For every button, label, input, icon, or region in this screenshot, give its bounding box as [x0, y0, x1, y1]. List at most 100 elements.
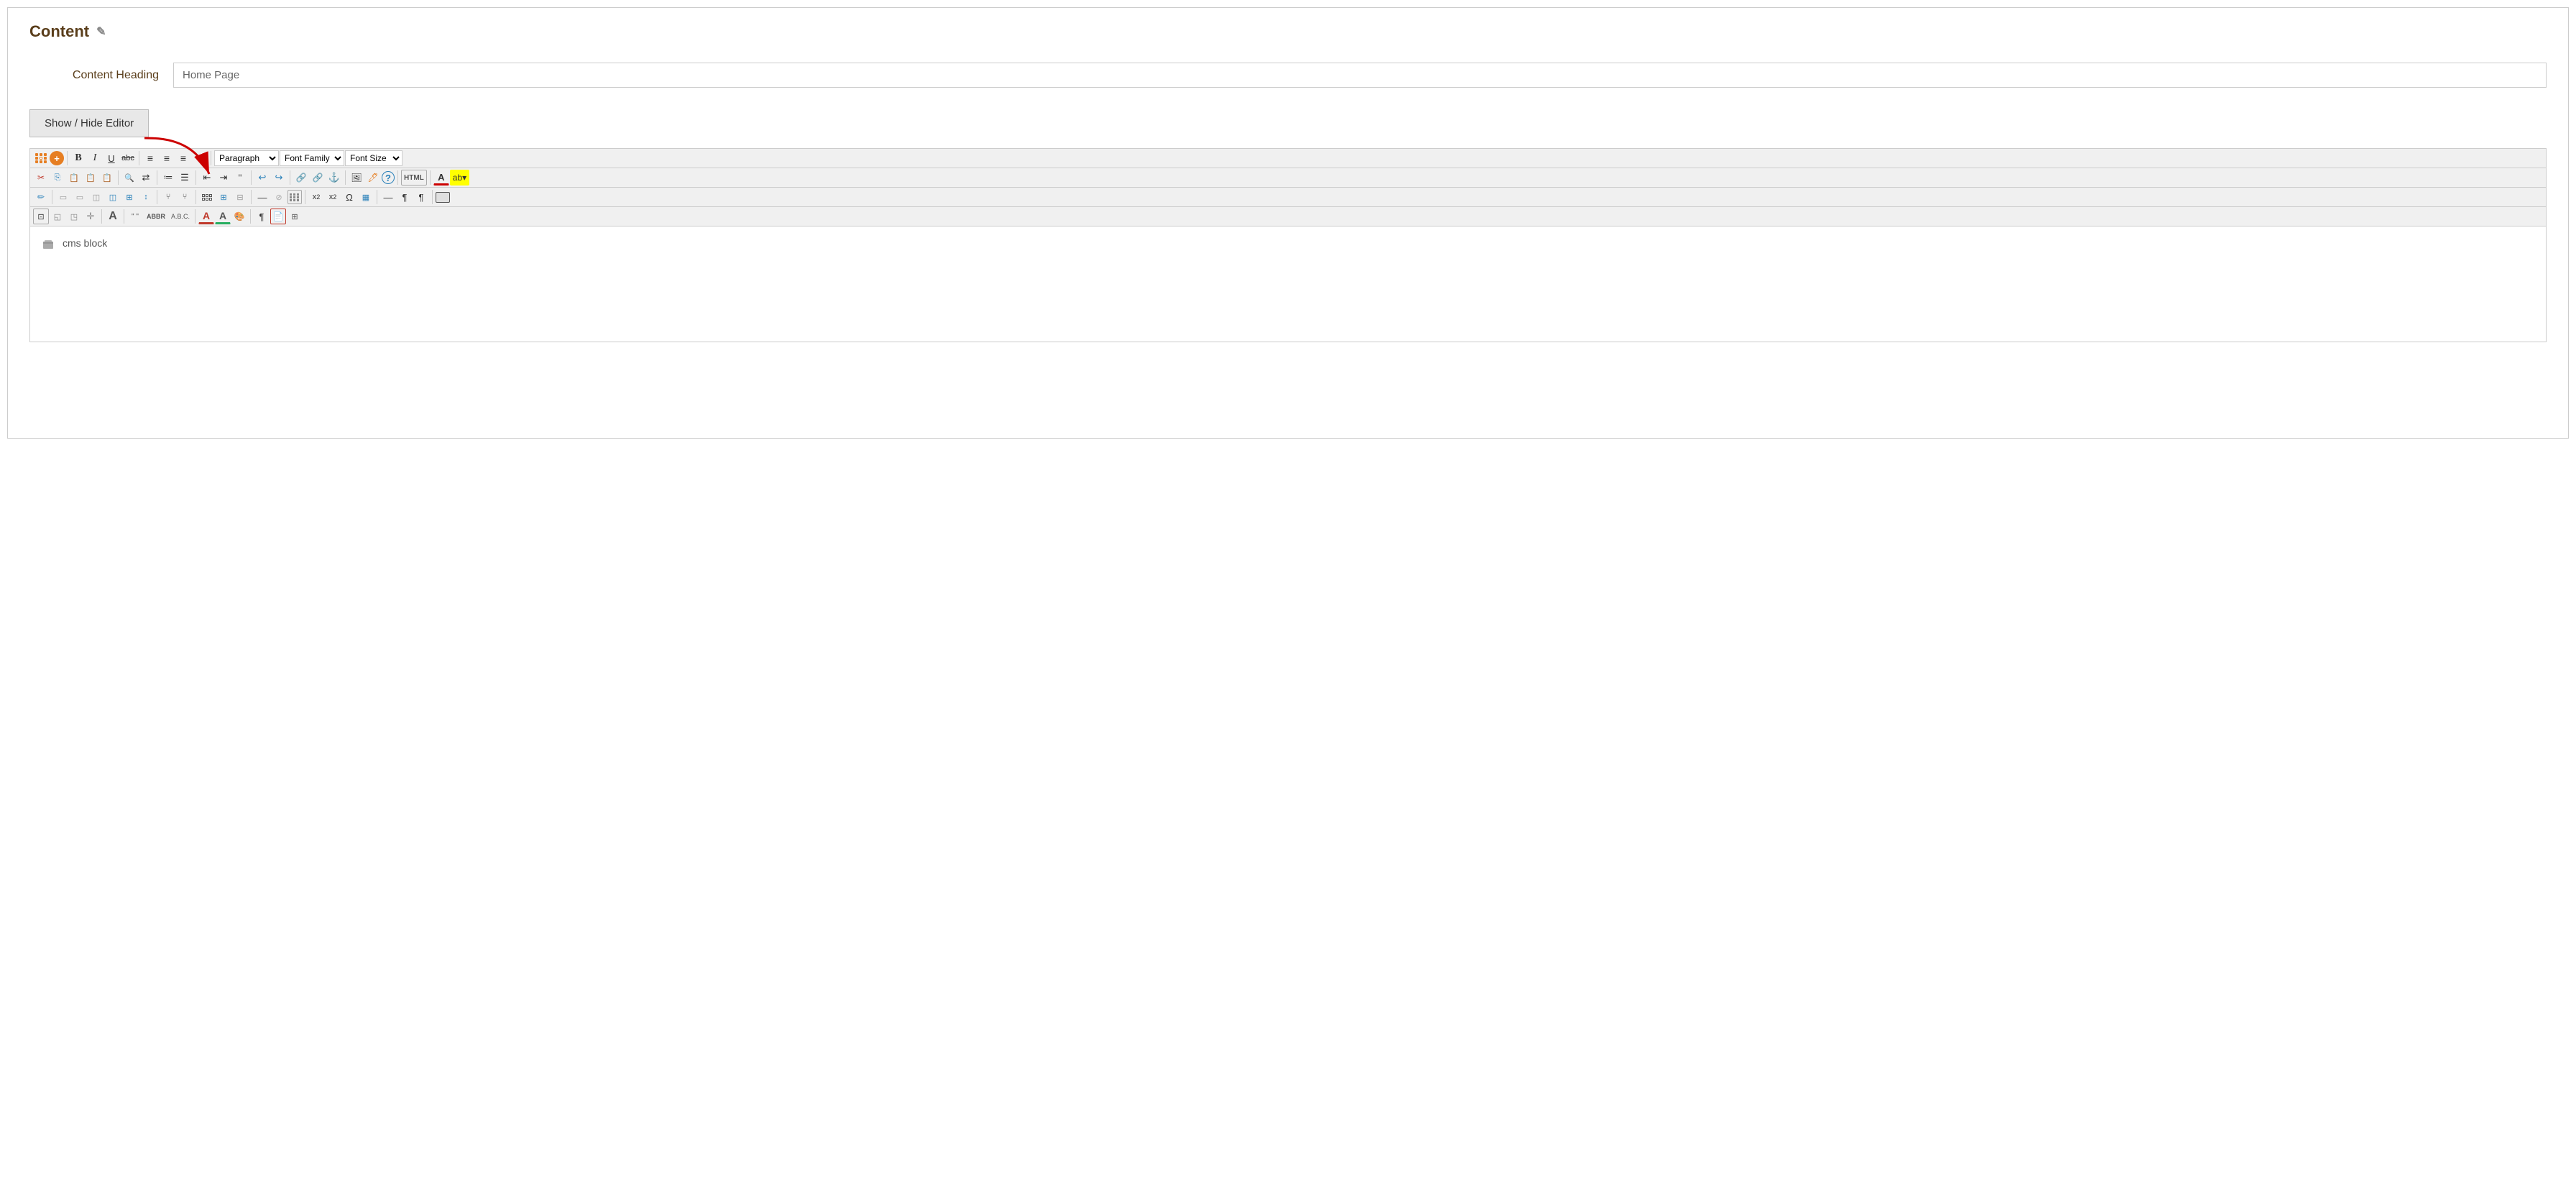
tb-media4-btn[interactable]: ◫ [105, 189, 121, 205]
toolbar-row-1: + B I U abc ≡ ≡ ≡ ≡ Paragraph Heading 1 … [30, 149, 2546, 168]
tb-unlink-btn[interactable]: 🔗 [310, 170, 326, 186]
tb-paste2-btn[interactable]: 📋 [83, 170, 98, 186]
tb-media1-btn[interactable]: ▭ [55, 189, 71, 205]
tb-line2-btn[interactable]: — [380, 189, 396, 205]
tb-italic-btn[interactable]: I [87, 150, 103, 166]
tb-find-btn[interactable]: 🔍 [121, 170, 137, 186]
tb-color4-btn[interactable]: A [215, 209, 231, 224]
tb-select-btn[interactable]: ⊡ [33, 209, 49, 224]
tb-backcolor-btn[interactable]: ab▾ [450, 170, 469, 186]
tb-rtl-btn[interactable]: ¶ [413, 189, 429, 205]
tb-insert-page-btn[interactable]: 📄 [270, 209, 286, 224]
tb-table-insert-btn[interactable] [199, 189, 215, 205]
tb-html-btn[interactable]: HTML [401, 170, 427, 186]
tb-grid2-btn[interactable] [288, 190, 302, 204]
tb-strikethrough-btn[interactable]: abc [120, 150, 136, 166]
page-title: Content [29, 22, 89, 41]
tb-sep-15 [251, 190, 252, 204]
tb-redo-btn[interactable]: ↪ [271, 170, 287, 186]
tb-ul-btn[interactable]: ≔ [160, 170, 176, 186]
tb-undo-btn[interactable]: ↩ [254, 170, 270, 186]
editor-wrapper: + B I U abc ≡ ≡ ≡ ≡ Paragraph Heading 1 … [29, 148, 2547, 342]
cms-block-icon [41, 237, 55, 252]
cube-icon [42, 238, 55, 251]
edit-title-icon[interactable]: ✎ [96, 24, 106, 39]
tb-abc-btn[interactable]: A.B.C. [169, 209, 192, 224]
tb-fork-btn[interactable]: ⑂ [160, 189, 176, 205]
tb-paragraph-select[interactable]: Paragraph Heading 1 Heading 2 Heading 3 [214, 150, 279, 166]
tb-draw-btn[interactable]: ⊘ [271, 189, 287, 205]
tb-help-btn[interactable]: ? [382, 171, 395, 184]
tb-direction-btn[interactable]: ¶ [254, 209, 270, 224]
tb-layer1-btn[interactable]: ◱ [50, 209, 65, 224]
tb-plugin2-btn[interactable]: + [50, 151, 64, 165]
toolbar-row-3: ✏ ▭ ▭ ◫ ◫ ⊞ ↕ ⑂ ⑂ ⊞ ⊟ [30, 188, 2546, 207]
tb-sep-22 [250, 209, 251, 224]
tb-indent-inc-btn[interactable]: ⇥ [216, 170, 231, 186]
tb-media2-btn[interactable]: ▭ [72, 189, 88, 205]
tb-forecolor-btn[interactable]: A [433, 170, 449, 186]
tb-table-del-btn[interactable]: ⊟ [232, 189, 248, 205]
show-hide-container: Show / Hide Editor [29, 109, 149, 145]
tb-align-left-btn[interactable]: ≡ [142, 150, 158, 166]
tb-edit-btn[interactable]: ✏ [33, 189, 49, 205]
tb-hr-btn[interactable]: — [254, 189, 270, 205]
tb-underline-btn[interactable]: U [104, 150, 119, 166]
tb-indent-dec-btn[interactable]: ⇤ [199, 170, 215, 186]
tb-quote-btn[interactable]: " [232, 170, 248, 186]
tb-fontfamily-select[interactable]: Font Family [280, 150, 344, 166]
tb-align-center-btn[interactable]: ≡ [159, 150, 175, 166]
tb-move-btn[interactable]: ✛ [83, 209, 98, 224]
tb-replace-btn[interactable]: ⇄ [138, 170, 154, 186]
tb-bold-btn[interactable]: B [70, 150, 86, 166]
tb-align-justify-btn[interactable]: ≡ [192, 150, 208, 166]
tb-link-btn[interactable]: 🔗 [293, 170, 309, 186]
tb-plugin1-btn[interactable] [33, 150, 49, 166]
tb-image-btn[interactable]: 🖼 [349, 170, 364, 186]
tb-layer2-btn[interactable]: ◳ [66, 209, 82, 224]
tb-sep-10 [397, 170, 398, 185]
tb-media6-btn[interactable]: ↕ [138, 189, 154, 205]
toolbar-row-4: ⊡ ◱ ◳ ✛ A " " ABBR A.B.C. A A 🎨 ¶ 📄 ⊞ [30, 207, 2546, 226]
tb-abbr-btn[interactable]: ABBR [144, 209, 168, 224]
tb-para-marks-btn[interactable]: ¶ [397, 189, 413, 205]
tb-color3-btn[interactable]: A [198, 209, 214, 224]
tb-media3-btn[interactable]: ◫ [88, 189, 104, 205]
tb-sep-18 [432, 190, 433, 204]
tb-ol-btn[interactable]: ☰ [177, 170, 193, 186]
tb-subscript-btn[interactable]: x2 [308, 189, 324, 205]
tb-table-props-btn[interactable]: ⊞ [216, 189, 231, 205]
tb-anchor-btn[interactable]: ⚓ [326, 170, 342, 186]
toolbar-row-2: ✂ ⎘ 📋 📋 📋 🔍 ⇄ ≔ ☰ ⇤ ⇥ " ↩ ↪ 🔗 🔗 ⚓ 🖼 🖊 [30, 168, 2546, 188]
tb-cite-btn[interactable]: " " [127, 209, 143, 224]
tb-fork2-btn[interactable]: ⑂ [177, 189, 193, 205]
tb-fontsize-select[interactable]: Font Size [345, 150, 402, 166]
content-heading-row: Content Heading [29, 63, 2547, 88]
page-title-row: Content ✎ [29, 22, 2547, 41]
show-hide-editor-button[interactable]: Show / Hide Editor [29, 109, 149, 137]
tb-paste3-btn[interactable]: 📋 [99, 170, 115, 186]
page-container: Content ✎ Content Heading Show / Hide Ed… [7, 7, 2569, 439]
tb-charmap-btn[interactable]: Ω [341, 189, 357, 205]
tb-sep-19 [101, 209, 102, 224]
tb-superscript-btn[interactable]: x2 [325, 189, 341, 205]
tb-sep-1 [67, 151, 68, 165]
tb-copy-btn[interactable]: ⎘ [50, 170, 65, 186]
content-heading-input[interactable] [173, 63, 2547, 88]
tb-cut-btn[interactable]: ✂ [33, 170, 49, 186]
tb-paste-btn[interactable]: 📋 [66, 170, 82, 186]
cms-block-text: cms block [63, 237, 107, 249]
tb-media7-btn[interactable]: ▦ [358, 189, 374, 205]
tb-align-right-btn[interactable]: ≡ [175, 150, 191, 166]
tb-sep-9 [345, 170, 346, 185]
tb-table4-btn[interactable]: ⊞ [287, 209, 303, 224]
tb-cleanup-btn[interactable]: 🖊 [365, 170, 381, 186]
tb-sep-7 [251, 170, 252, 185]
tb-sep-11 [430, 170, 431, 185]
tb-style-btn[interactable]: 🎨 [231, 209, 247, 224]
tb-sep-4 [118, 170, 119, 185]
tb-media5-btn[interactable]: ⊞ [121, 189, 137, 205]
tb-block-btn[interactable] [436, 192, 450, 203]
editor-content-area[interactable]: cms block [30, 226, 2546, 342]
tb-fontsize3-btn[interactable]: A [105, 209, 121, 224]
